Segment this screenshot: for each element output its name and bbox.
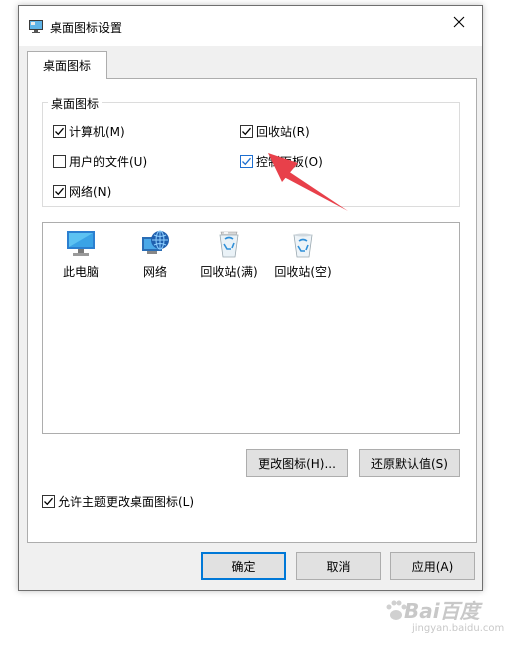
checkmark-icon xyxy=(242,157,251,166)
checkbox-label: 回收站(R) xyxy=(256,125,310,139)
checkbox-box[interactable] xyxy=(240,155,253,168)
checkbox-label: 控制面板(O) xyxy=(256,155,323,169)
checkbox-label: 计算机(M) xyxy=(69,125,125,139)
network-globe-icon xyxy=(142,230,169,254)
recycle-bin-empty-icon xyxy=(293,233,313,258)
recycle-bin-full-icon xyxy=(219,231,239,258)
list-item-label: 此电脑 xyxy=(62,265,99,279)
checkmark-icon xyxy=(44,497,53,506)
desktop-icon-settings-dialog: 桌面图标设置 桌面图标 桌面图标 计算机(M) 回收站(R) 用户的文件(U) … xyxy=(18,5,483,591)
tab-panel: 桌面图标 计算机(M) 回收站(R) 用户的文件(U) 控制面板(O) 网络(N… xyxy=(27,78,477,543)
checkbox-allow-themes[interactable]: 允许主题更改桌面图标(L) xyxy=(42,493,194,510)
list-item-recycle-bin-empty[interactable]: 回收站(空) xyxy=(273,229,333,280)
baidu-watermark: Bai百度 jingyan.baidu.com xyxy=(382,595,512,647)
checkbox-control-panel[interactable]: 控制面板(O) xyxy=(240,153,323,170)
list-item-label: 回收站(空) xyxy=(274,265,332,279)
checkbox-box[interactable] xyxy=(53,125,66,138)
list-item-network[interactable]: 网络 xyxy=(125,229,185,280)
groupbox-legend: 桌面图标 xyxy=(48,95,103,112)
list-item-label: 网络 xyxy=(142,265,167,279)
list-item-recycle-bin-full[interactable]: 回收站(满) xyxy=(199,229,259,280)
checkbox-box[interactable] xyxy=(53,185,66,198)
computer-icon xyxy=(67,231,95,256)
list-item-this-pc[interactable]: 此电脑 xyxy=(51,229,111,280)
desktop-icons-groupbox: 桌面图标 计算机(M) 回收站(R) 用户的文件(U) 控制面板(O) 网络(N… xyxy=(42,95,460,207)
checkbox-label: 允许主题更改桌面图标(L) xyxy=(58,495,195,509)
restore-default-button[interactable]: 还原默认值(S) xyxy=(359,449,460,477)
checkbox-label: 用户的文件(U) xyxy=(69,155,148,169)
watermark-url: jingyan.baidu.com xyxy=(412,623,505,634)
checkbox-network[interactable]: 网络(N) xyxy=(53,183,111,200)
checkbox-computer[interactable]: 计算机(M) xyxy=(53,123,125,140)
desktop-settings-app-icon xyxy=(29,20,43,33)
checkbox-box[interactable] xyxy=(53,155,66,168)
desktop-icon-list[interactable]: 此电脑 网络 回收站(满) 回收站(空) xyxy=(42,222,460,434)
apply-button[interactable]: 应用(A) xyxy=(390,552,475,580)
list-item-label: 回收站(满) xyxy=(200,265,258,279)
checkbox-recycle-bin[interactable]: 回收站(R) xyxy=(240,123,310,140)
checkbox-label: 网络(N) xyxy=(69,185,112,199)
close-button[interactable] xyxy=(436,6,482,38)
checkmark-icon xyxy=(242,127,251,136)
window-title: 桌面图标设置 xyxy=(50,21,123,35)
watermark-brand: Bai百度 xyxy=(404,599,480,623)
checkbox-user-files[interactable]: 用户的文件(U) xyxy=(53,153,147,170)
checkmark-icon xyxy=(55,187,64,196)
checkbox-box[interactable] xyxy=(42,495,55,508)
checkmark-icon xyxy=(55,127,64,136)
close-icon xyxy=(453,16,465,28)
ok-button[interactable]: 确定 xyxy=(201,552,286,580)
tab-desktop-icons[interactable]: 桌面图标 xyxy=(27,51,107,79)
change-icon-button[interactable]: 更改图标(H)... xyxy=(246,449,348,477)
title-bar[interactable]: 桌面图标设置 xyxy=(19,6,482,46)
cancel-button[interactable]: 取消 xyxy=(296,552,381,580)
checkbox-box[interactable] xyxy=(240,125,253,138)
